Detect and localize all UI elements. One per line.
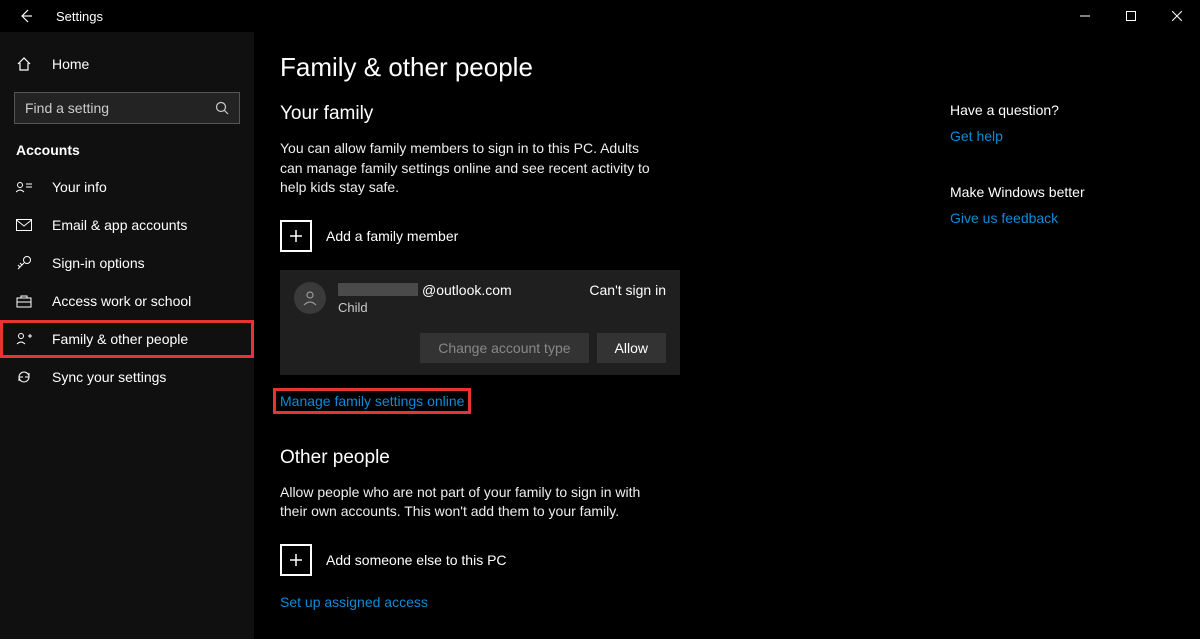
search-input[interactable] bbox=[25, 100, 215, 116]
search-icon bbox=[215, 101, 229, 115]
member-status: Can't sign in bbox=[589, 282, 666, 298]
change-account-type-button: Change account type bbox=[420, 333, 588, 363]
sidebar-item-label: Sign-in options bbox=[52, 255, 145, 271]
window-controls bbox=[1062, 0, 1200, 32]
briefcase-icon bbox=[14, 294, 34, 308]
sidebar-item-family[interactable]: Family & other people bbox=[0, 320, 254, 358]
sidebar-section-label: Accounts bbox=[0, 142, 254, 168]
feedback-link[interactable]: Give us feedback bbox=[950, 210, 1058, 226]
sidebar: Home Accounts Your info Email & app acco… bbox=[0, 32, 254, 639]
sidebar-item-signin-options[interactable]: Sign-in options bbox=[0, 244, 254, 282]
allow-button[interactable]: Allow bbox=[597, 333, 666, 363]
avatar bbox=[294, 282, 326, 314]
maximize-button[interactable] bbox=[1108, 0, 1154, 32]
search-box[interactable] bbox=[14, 92, 240, 124]
sidebar-item-sync[interactable]: Sync your settings bbox=[0, 358, 254, 396]
sidebar-item-email-accounts[interactable]: Email & app accounts bbox=[0, 206, 254, 244]
member-email-suffix: @outlook.com bbox=[422, 282, 512, 298]
plus-icon bbox=[280, 220, 312, 252]
redacted-name bbox=[338, 283, 418, 296]
window-title: Settings bbox=[56, 9, 103, 24]
add-family-member-button[interactable]: Add a family member bbox=[280, 220, 900, 252]
assigned-access-link[interactable]: Set up assigned access bbox=[280, 594, 428, 610]
manage-family-link[interactable]: Manage family settings online bbox=[276, 391, 468, 411]
maximize-icon bbox=[1126, 11, 1136, 21]
question-title: Have a question? bbox=[950, 102, 1200, 118]
sidebar-item-access-work[interactable]: Access work or school bbox=[0, 282, 254, 320]
home-icon bbox=[16, 56, 36, 72]
your-family-description: You can allow family members to sign in … bbox=[280, 139, 650, 198]
minimize-icon bbox=[1080, 11, 1090, 21]
people-icon bbox=[14, 332, 34, 346]
get-help-link[interactable]: Get help bbox=[950, 128, 1003, 144]
back-button[interactable] bbox=[16, 6, 36, 26]
family-member-card[interactable]: @outlook.com Child Can't sign in Change … bbox=[280, 270, 680, 375]
feedback-title: Make Windows better bbox=[950, 184, 1200, 200]
add-other-user-label: Add someone else to this PC bbox=[326, 552, 507, 568]
key-icon bbox=[14, 255, 34, 271]
aside-panel: Have a question? Get help Make Windows b… bbox=[950, 52, 1200, 639]
page-title: Family & other people bbox=[280, 52, 900, 83]
nav-home-label: Home bbox=[52, 56, 89, 72]
your-family-title: Your family bbox=[280, 103, 900, 125]
member-role: Child bbox=[338, 300, 589, 315]
sidebar-item-label: Your info bbox=[52, 179, 107, 195]
main-content: Family & other people Your family You ca… bbox=[254, 32, 1200, 639]
person-card-icon bbox=[14, 180, 34, 194]
nav-home[interactable]: Home bbox=[0, 46, 254, 82]
other-people-description: Allow people who are not part of your fa… bbox=[280, 483, 650, 522]
sidebar-item-label: Sync your settings bbox=[52, 369, 166, 385]
sidebar-item-label: Family & other people bbox=[52, 331, 188, 347]
add-other-user-button[interactable]: Add someone else to this PC bbox=[280, 544, 900, 576]
other-people-title: Other people bbox=[280, 447, 900, 469]
add-family-member-label: Add a family member bbox=[326, 228, 458, 244]
minimize-button[interactable] bbox=[1062, 0, 1108, 32]
mail-icon bbox=[14, 219, 34, 231]
close-icon bbox=[1172, 11, 1182, 21]
plus-icon bbox=[280, 544, 312, 576]
person-icon bbox=[301, 289, 319, 307]
sync-icon bbox=[14, 369, 34, 385]
sidebar-item-label: Email & app accounts bbox=[52, 217, 187, 233]
member-email: @outlook.com bbox=[338, 282, 589, 298]
sidebar-item-label: Access work or school bbox=[52, 293, 191, 309]
close-button[interactable] bbox=[1154, 0, 1200, 32]
arrow-left-icon bbox=[19, 9, 33, 23]
titlebar: Settings bbox=[0, 0, 1200, 32]
sidebar-item-your-info[interactable]: Your info bbox=[0, 168, 254, 206]
